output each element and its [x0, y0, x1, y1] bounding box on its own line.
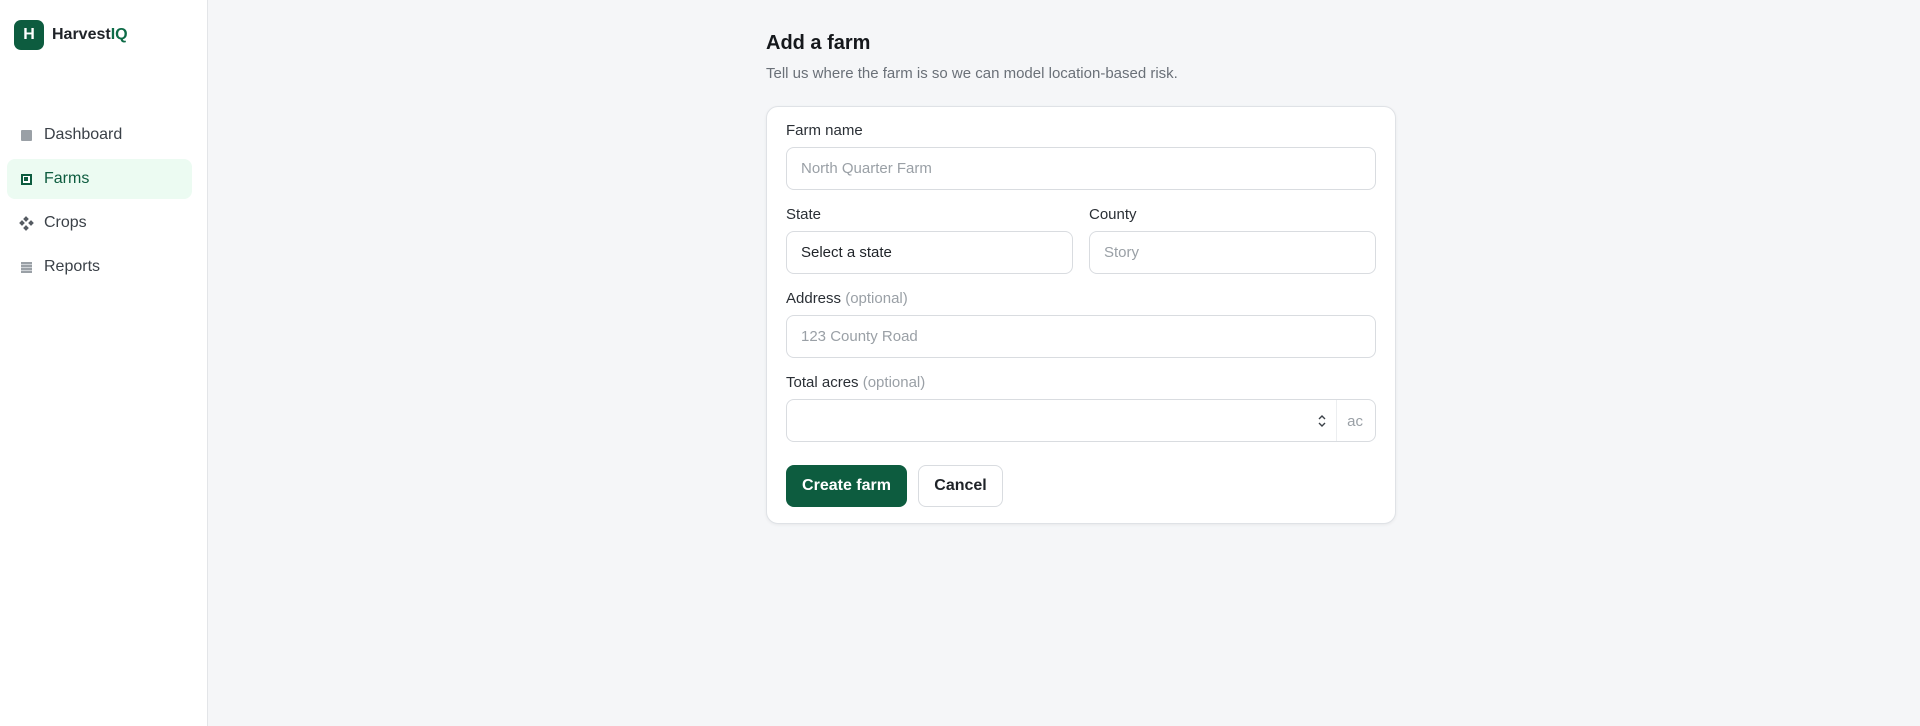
sidebar-item-label: Reports [44, 258, 101, 275]
number-stepper-icon[interactable] [1317, 412, 1327, 430]
total-acres-optional-hint: (optional) [862, 374, 926, 391]
farm-name-label: Farm name [786, 122, 863, 139]
sidebar: H HarvestIQ Dashboard Farms Crops Report… [0, 0, 208, 726]
total-acres-input[interactable]: ac [786, 399, 1376, 442]
address-label-text: Address [786, 290, 842, 307]
sidebar-item-label: Crops [44, 214, 87, 231]
page-title: Add a farm [766, 32, 871, 54]
sidebar-item-crops[interactable]: Crops [7, 203, 192, 243]
county-label: County [1089, 206, 1137, 223]
acres-unit: ac [1347, 413, 1363, 430]
add-farm-form: Farm name North Quarter Farm State Selec… [766, 106, 1396, 524]
state-label: State [786, 206, 822, 223]
farm-name-placeholder: North Quarter Farm [801, 160, 932, 177]
create-farm-button[interactable]: Create farm [786, 465, 907, 507]
sidebar-nav: Dashboard Farms Crops Reports [7, 115, 192, 291]
county-placeholder: Story [1104, 244, 1140, 261]
brand[interactable]: H HarvestIQ [14, 20, 128, 50]
brand-name: HarvestIQ [52, 26, 128, 44]
page-header: Add a farm Tell us where the farm is so … [766, 32, 1178, 82]
crops-icon [18, 215, 34, 231]
brand-name-main: Harvest [52, 26, 111, 43]
address-input[interactable]: 123 County Road [786, 315, 1376, 358]
state-select[interactable]: Select a state [786, 231, 1073, 274]
total-acres-label: Total acres (optional) [786, 374, 925, 391]
farms-icon [18, 171, 34, 187]
county-input[interactable]: Story [1089, 231, 1376, 274]
total-acres-label-text: Total acres [786, 374, 859, 391]
cancel-button[interactable]: Cancel [918, 465, 1003, 507]
sidebar-item-dashboard[interactable]: Dashboard [7, 115, 192, 155]
sidebar-item-label: Dashboard [44, 126, 123, 143]
sidebar-item-label: Farms [44, 170, 90, 187]
state-select-value: Select a state [801, 244, 892, 261]
page-subtitle: Tell us where the farm is so we can mode… [766, 65, 1178, 82]
sidebar-item-reports[interactable]: Reports [7, 247, 192, 287]
brand-name-accent: IQ [110, 26, 128, 43]
brand-logo: H [14, 20, 44, 50]
address-placeholder: 123 County Road [801, 328, 918, 345]
unit-divider [1336, 400, 1337, 441]
dashboard-icon [18, 127, 34, 143]
address-optional-hint: (optional) [845, 290, 908, 307]
reports-icon [18, 259, 34, 275]
sidebar-item-farms[interactable]: Farms [7, 159, 192, 199]
farm-name-input[interactable]: North Quarter Farm [786, 147, 1376, 190]
address-label: Address (optional) [786, 290, 908, 307]
